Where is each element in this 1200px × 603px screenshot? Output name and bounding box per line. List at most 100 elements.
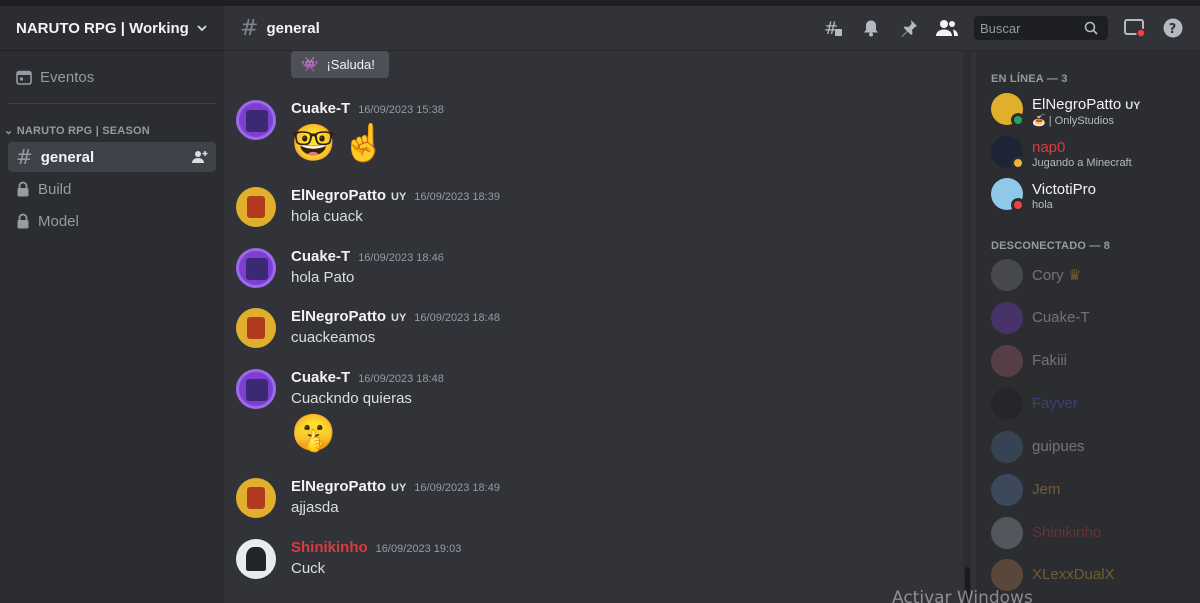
inbox-icon[interactable] [1124,17,1146,39]
timestamp: 16/09/2023 18:48 [414,312,500,324]
threads-icon[interactable]: # [822,17,844,39]
channel-title: general [266,19,320,37]
author-tag: UY [391,312,407,324]
member-item[interactable]: VictotiPro hola [984,173,1194,215]
category-header[interactable]: ⌄ NARUTO RPG | SEASON [4,124,150,137]
author-name[interactable]: Cuake-T [291,248,350,265]
avatar[interactable] [236,187,276,227]
search-icon [1084,21,1098,35]
member-name: nap0 [1032,139,1066,156]
calendar-icon [16,70,32,85]
message-text: cuackeamos [291,329,376,346]
lock-icon [17,181,29,197]
member-item[interactable]: Cuake-T [984,297,1194,339]
scrollbar-track[interactable] [963,51,971,603]
windows-activation-watermark: Activar Windows [892,588,1033,603]
sticker-icon: 👾 [301,56,319,73]
member-name: Fakiii [1032,352,1068,369]
member-activity: hola [1032,199,1053,211]
author-name[interactable]: ElNegroPatto [291,187,386,204]
chevron-down-icon [197,25,207,32]
member-tag: UY [1125,100,1141,112]
search-input[interactable] [980,20,1084,36]
channel-header: # general # ? [224,6,1200,51]
member-activity: Jugando a Minecraft [1032,157,1132,169]
avatar [991,302,1023,334]
message-list: 👾 ¡Saluda! Cuake-T 16/09/2023 15:38 🤓 ☝️… [224,51,972,603]
pointing-up-emoji: ☝️ [341,123,387,164]
server-name: NARUTO RPG | Working [16,19,189,37]
member-name: VictotiPro [1032,181,1096,198]
message-text: hola cuack [291,208,363,225]
author-name[interactable]: ElNegroPatto [291,308,386,325]
member-name: guipues [1032,438,1085,455]
channel-label: Model [38,212,79,230]
avatar[interactable] [236,100,276,140]
member-item[interactable]: Fakiii [984,340,1194,382]
message-text: hola Pato [291,269,355,286]
search-box[interactable] [974,16,1108,40]
pin-icon[interactable] [898,17,920,39]
channel-label: Build [38,180,72,198]
member-item[interactable]: Jem [984,469,1194,511]
member-item[interactable]: ElNegroPatto UY 🍝 | OnlyStudios [984,88,1194,130]
online-status-icon [1011,113,1025,127]
avatar[interactable] [236,369,276,409]
author-name[interactable]: ElNegroPatto [291,478,386,495]
wave-label: ¡Saluda! [326,57,375,72]
sidebar-divider [8,103,216,104]
avatar [991,345,1023,377]
avatar [991,259,1023,291]
sidebar-item-build[interactable]: Build [8,174,216,204]
avatar [991,431,1023,463]
member-item[interactable]: Cory ♛ [984,254,1194,296]
avatar[interactable] [236,478,276,518]
timestamp: 16/09/2023 18:46 [358,252,444,264]
author-name[interactable]: Shinikinho [291,539,368,556]
nerd-emoji: 🤓 [291,123,336,164]
message-text: ajjasda [291,499,339,516]
timestamp: 16/09/2023 18:39 [414,191,500,203]
shushing-emoji: 🤫 [291,413,336,454]
member-list-icon[interactable] [936,17,958,39]
author-tag: UY [391,482,407,494]
avatar[interactable] [236,539,276,579]
member-item[interactable]: guipues [984,426,1194,468]
wave-sticker-button[interactable]: 👾 ¡Saluda! [291,51,389,78]
help-icon[interactable]: ? [1162,17,1184,39]
member-name: Cuake-T [1032,309,1090,326]
idle-status-icon [1011,156,1025,170]
timestamp: 16/09/2023 18:48 [358,373,444,385]
avatar [991,559,1023,591]
avatar[interactable] [236,308,276,348]
member-item[interactable]: nap0 Jugando a Minecraft [984,131,1194,173]
sidebar-item-model[interactable]: Model [8,206,216,236]
member-name: Jem [1032,481,1061,498]
lock-icon [17,213,29,229]
member-name: Fayver [1032,395,1078,412]
member-activity: 🍝 | OnlyStudios [1032,115,1114,127]
message-text: Cuck [291,560,326,577]
avatar [991,474,1023,506]
timestamp: 16/09/2023 18:49 [414,482,500,494]
sidebar-item-general[interactable]: # general [8,142,216,172]
bell-icon[interactable] [860,17,882,39]
member-item[interactable]: Shinikinho [984,512,1194,554]
category-name: NARUTO RPG | SEASON [16,125,150,137]
author-name[interactable]: Cuake-T [291,369,350,386]
member-item[interactable]: Fayver [984,383,1194,425]
crown-icon: ♛ [1067,267,1082,284]
avatar[interactable] [236,248,276,288]
author-name[interactable]: Cuake-T [291,100,350,117]
timestamp: 16/09/2023 15:38 [358,104,444,116]
dnd-status-icon [1011,198,1025,212]
timestamp: 16/09/2023 19:03 [375,543,462,555]
add-user-icon[interactable] [192,150,208,164]
sidebar-item-events[interactable]: Eventos [8,62,216,92]
member-list: EN LÍNEA — 3 ElNegroPatto UY 🍝 | OnlyStud… [976,51,1200,603]
chevron-down-icon: ⌄ [4,125,14,137]
member-name: XLexxDualX [1032,566,1115,583]
message-text: Cuackndo quieras [291,390,412,407]
member-name: Cory [1032,267,1064,284]
server-header[interactable]: NARUTO RPG | Working [0,6,224,51]
